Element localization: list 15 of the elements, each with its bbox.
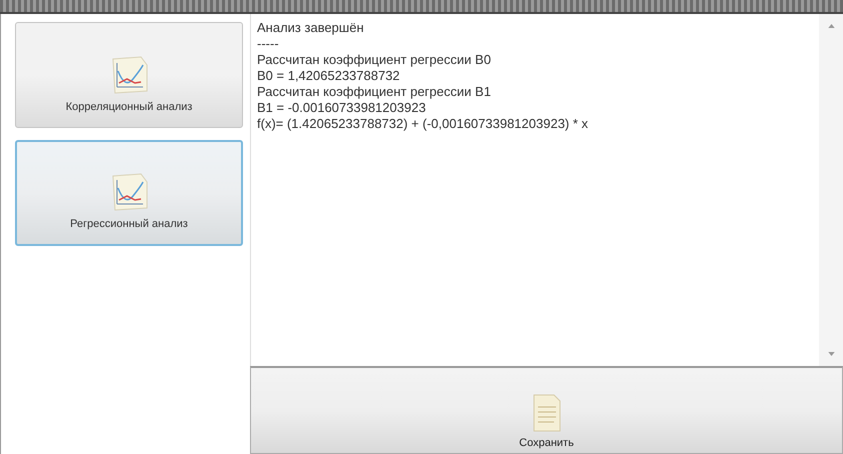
output-line: f(x)= (1.42065233788732) + (-0,00160733981203923) * x: [257, 116, 590, 132]
document-icon: [532, 393, 562, 433]
save-button[interactable]: Сохранить: [250, 366, 843, 454]
analysis-button[interactable]: Регрессионный анализ: [15, 140, 243, 246]
output-line: B1 = -0.00160733981203923: [257, 100, 427, 116]
scroll-up-icon[interactable]: [828, 24, 834, 28]
output-line: Анализ завершён: [257, 20, 365, 36]
output-line: -----: [257, 36, 280, 52]
scroll-down-icon[interactable]: [828, 352, 834, 356]
scrollbar[interactable]: [819, 14, 843, 366]
analysis-button[interactable]: Корреляционный анализ: [15, 22, 243, 128]
output-line: Рассчитан коэффициент регрессии B0: [257, 52, 492, 68]
output-line: B0 = 1,42065233788732: [257, 68, 401, 84]
output-text-area[interactable]: Анализ завершён ----- Рассчитан коэффициент регрессии B0 B0 = 1,42065233788732 Рассчитан коэффициент регрессии B1 B1 = -0.00160733981203923 f(x)= (1.42065233788732) + (-0,00160733981203923) * x: [250, 14, 843, 366]
output-line: Рассчитан коэффициент регрессии B1: [257, 84, 492, 100]
